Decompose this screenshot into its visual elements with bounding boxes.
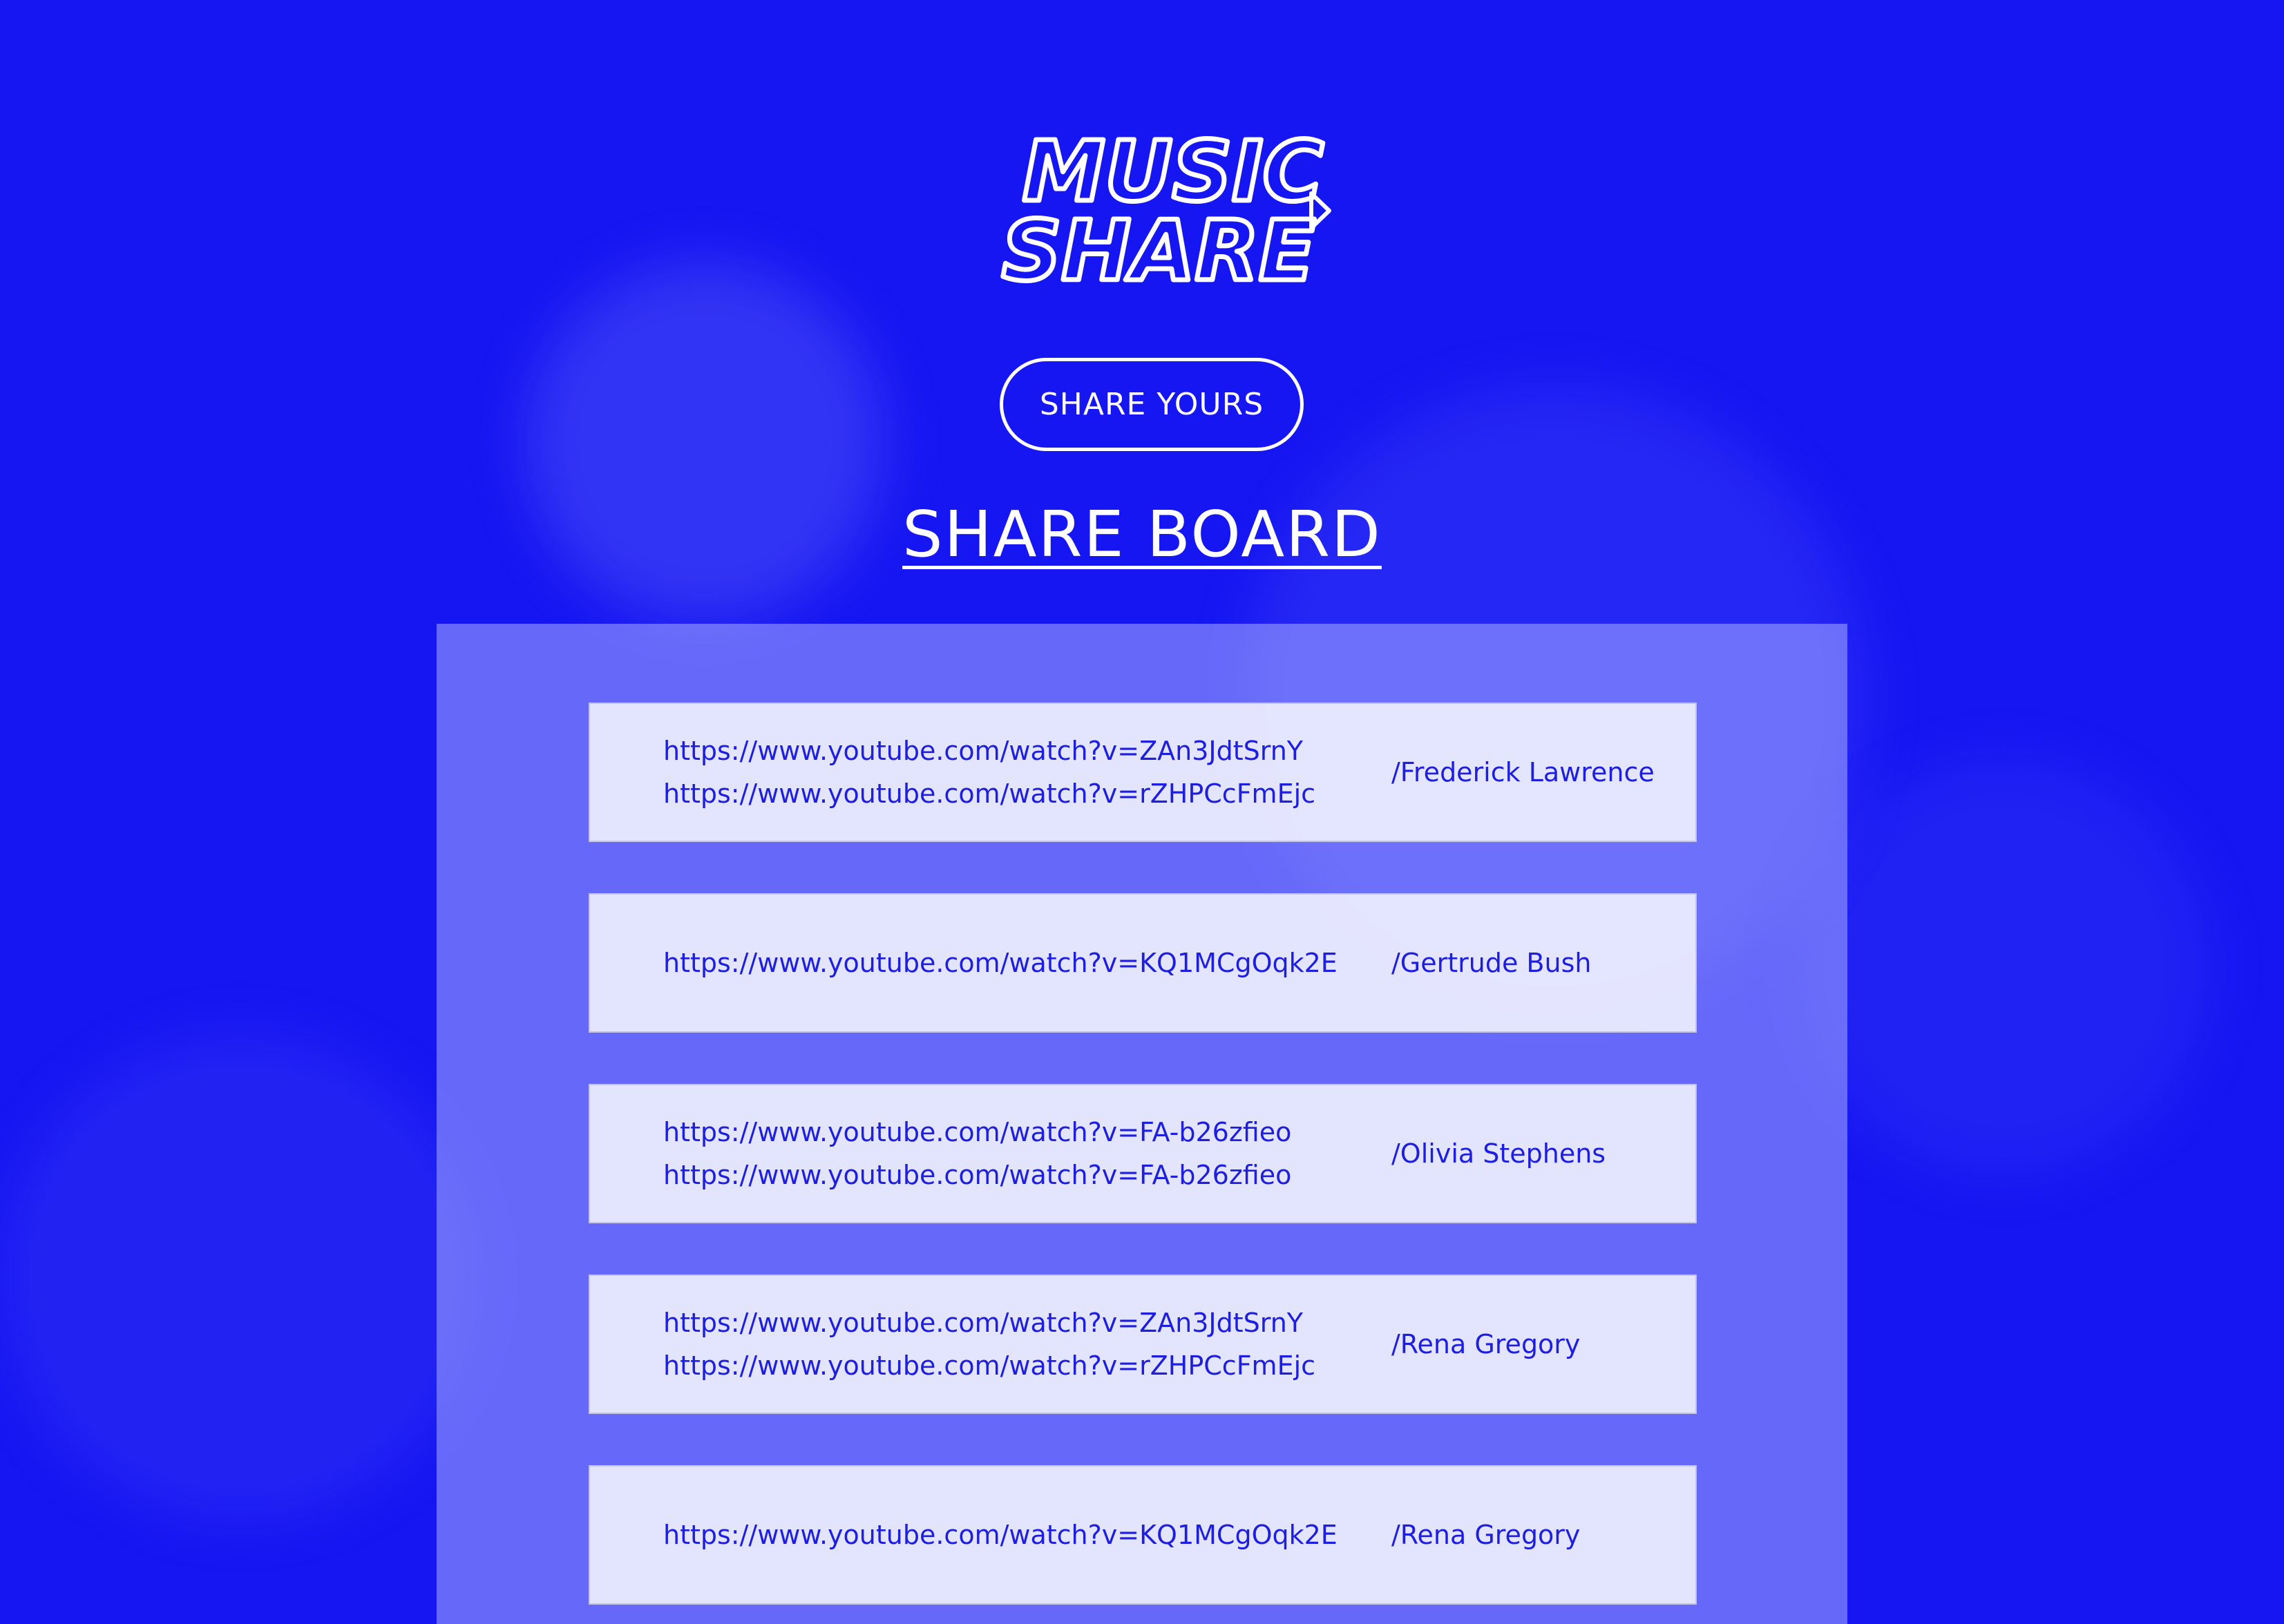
page: MUSIC SHARE SHARE YOURS SHARE BOARD http… — [0, 0, 2284, 1624]
share-entry: https://www.youtube.com/watch?v=KQ1MCgOq… — [589, 893, 1697, 1033]
share-board: https://www.youtube.com/watch?v=ZAn3JdtS… — [437, 624, 1847, 1624]
share-yours-button[interactable]: SHARE YOURS — [1000, 358, 1304, 451]
entry-links: https://www.youtube.com/watch?v=ZAn3JdtS… — [663, 1276, 1315, 1413]
entry-author: /Rena Gregory — [1391, 1520, 1581, 1550]
youtube-link[interactable]: https://www.youtube.com/watch?v=FA-b26zf… — [663, 1154, 1291, 1196]
entry-links: https://www.youtube.com/watch?v=KQ1MCgOq… — [663, 895, 1338, 1031]
share-entry: https://www.youtube.com/watch?v=FA-b26zf… — [589, 1084, 1697, 1223]
entry-links: https://www.youtube.com/watch?v=ZAn3JdtS… — [663, 704, 1315, 841]
share-entry: https://www.youtube.com/watch?v=ZAn3JdtS… — [589, 1274, 1697, 1414]
youtube-link[interactable]: https://www.youtube.com/watch?v=KQ1MCgOq… — [663, 1513, 1338, 1556]
entry-author: /Olivia Stephens — [1391, 1138, 1606, 1169]
share-entry: https://www.youtube.com/watch?v=ZAn3JdtS… — [589, 703, 1697, 842]
youtube-link[interactable]: https://www.youtube.com/watch?v=KQ1MCgOq… — [663, 942, 1338, 984]
share-board-title: SHARE BOARD — [902, 497, 1382, 571]
music-share-logo[interactable]: MUSIC SHARE — [995, 117, 1354, 304]
entry-links: https://www.youtube.com/watch?v=FA-b26zf… — [663, 1085, 1291, 1222]
entry-links: https://www.youtube.com/watch?v=KQ1MCgOq… — [663, 1467, 1338, 1603]
youtube-link[interactable]: https://www.youtube.com/watch?v=ZAn3JdtS… — [663, 729, 1315, 772]
logo-line-share: SHARE — [1002, 204, 1315, 300]
entry-author: /Gertrude Bush — [1391, 948, 1592, 978]
youtube-link[interactable]: https://www.youtube.com/watch?v=rZHPCcFm… — [663, 772, 1315, 815]
background-photo-blur — [1796, 760, 2211, 1174]
share-entry: https://www.youtube.com/watch?v=KQ1MCgOq… — [589, 1465, 1697, 1605]
entry-author: /Rena Gregory — [1391, 1329, 1581, 1359]
youtube-link[interactable]: https://www.youtube.com/watch?v=ZAn3JdtS… — [663, 1301, 1315, 1344]
entry-author: /Frederick Lawrence — [1391, 757, 1655, 787]
background-photo-blur — [0, 1036, 484, 1520]
youtube-link[interactable]: https://www.youtube.com/watch?v=rZHPCcFm… — [663, 1344, 1315, 1387]
youtube-link[interactable]: https://www.youtube.com/watch?v=FA-b26zf… — [663, 1111, 1291, 1154]
